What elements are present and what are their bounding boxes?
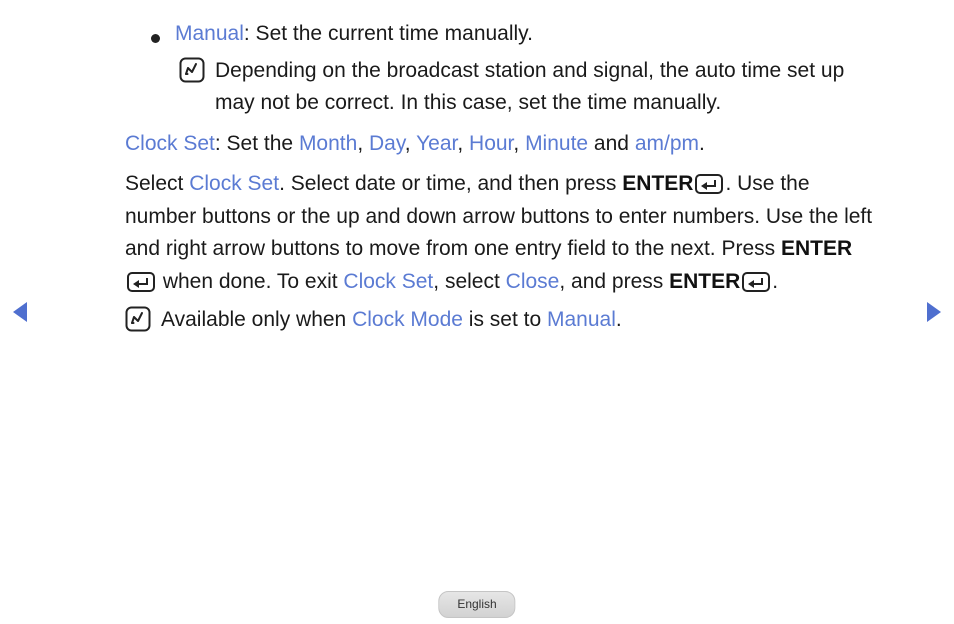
- term-clock-set-3: Clock Set: [343, 270, 433, 293]
- term-ampm: am/pm: [635, 132, 699, 155]
- enter-label-2: ENTER: [781, 237, 852, 260]
- bullet-icon: [151, 21, 175, 54]
- note-icon: [125, 304, 161, 337]
- document-content: Manual: Set the current time manually. D…: [125, 18, 874, 341]
- enter-label-3: ENTER: [669, 270, 740, 293]
- term-month: Month: [299, 132, 357, 155]
- term-hour: Hour: [469, 132, 513, 155]
- term-manual: Manual: [175, 22, 244, 45]
- enter-label-1: ENTER: [622, 172, 693, 195]
- enter-icon: [695, 174, 723, 194]
- term-minute: Minute: [525, 132, 588, 155]
- term-clock-mode: Clock Mode: [352, 308, 463, 331]
- note-text-2: Available only when Clock Mode is set to…: [161, 304, 874, 337]
- note-icon: [179, 55, 215, 88]
- clock-set-definition: Clock Set: Set the Month, Day, Year, Hou…: [125, 128, 874, 161]
- term-clock-set: Clock Set: [125, 132, 215, 155]
- clock-set-instructions: Select Clock Set. Select date or time, a…: [125, 168, 874, 298]
- enter-icon: [127, 272, 155, 292]
- language-pill: English: [438, 591, 515, 618]
- prev-page-button[interactable]: [12, 300, 30, 335]
- term-year: Year: [416, 132, 457, 155]
- next-page-button[interactable]: [924, 300, 942, 335]
- term-close: Close: [506, 270, 560, 293]
- enter-icon: [742, 272, 770, 292]
- term-clock-set-2: Clock Set: [189, 172, 279, 195]
- note-availability: Available only when Clock Mode is set to…: [125, 304, 874, 337]
- document-page: Manual: Set the current time manually. D…: [0, 0, 954, 624]
- note-text-1: Depending on the broadcast station and s…: [215, 55, 874, 120]
- term-day: Day: [369, 132, 405, 155]
- note-broadcast: Depending on the broadcast station and s…: [179, 55, 874, 120]
- term-manual-2: Manual: [547, 308, 616, 331]
- bullet-text: Manual: Set the current time manually.: [175, 18, 874, 51]
- bullet-rest: : Set the current time manually.: [244, 22, 533, 45]
- bullet-manual: Manual: Set the current time manually.: [151, 18, 874, 51]
